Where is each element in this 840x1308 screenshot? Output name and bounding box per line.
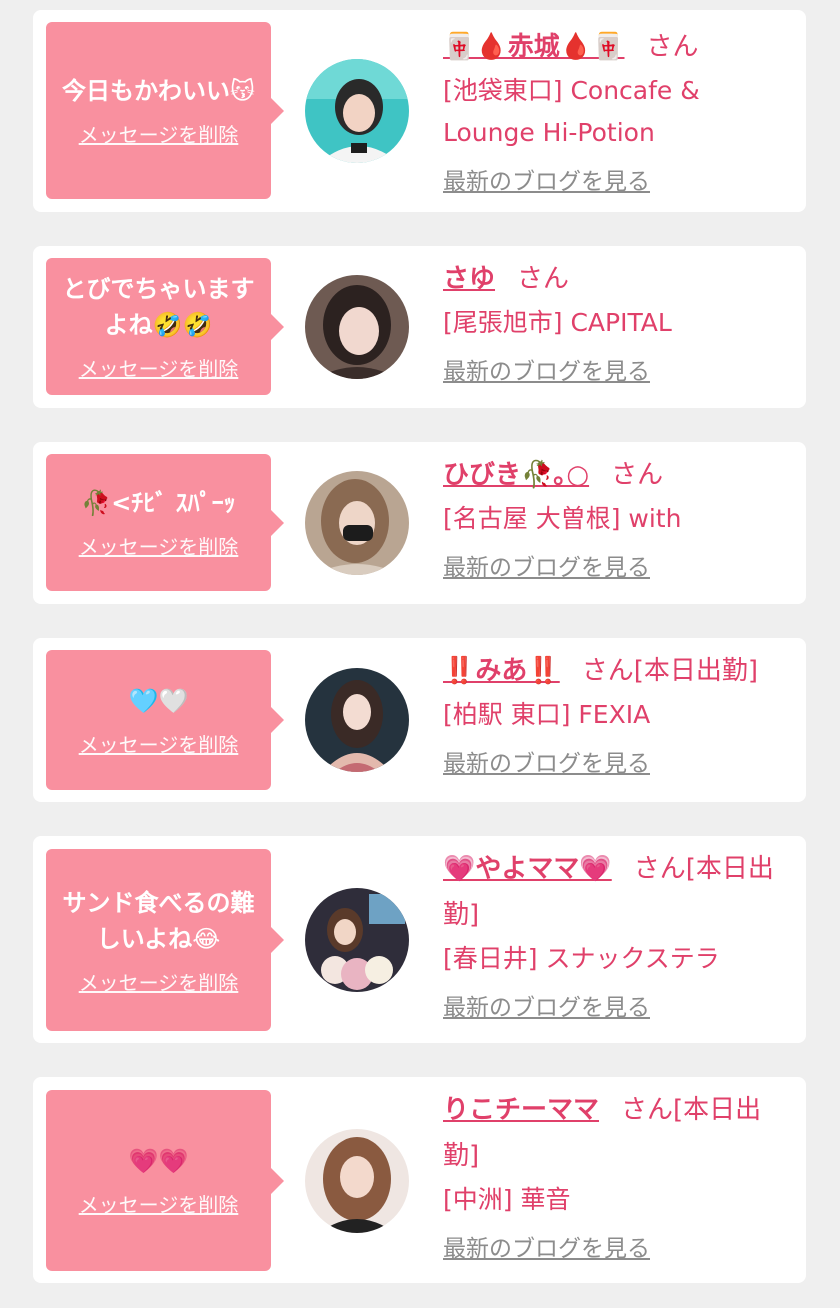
honorific: さん [581, 656, 634, 686]
avatar-photo [305, 668, 409, 772]
shop-name: [柏駅 東口] FEXIA [443, 700, 651, 729]
avatar-photo [305, 888, 409, 992]
avatar-photo [305, 275, 409, 379]
cast-info: 💗やよママ💗 さん[本日出勤] [春日井] スナックステラ 最新のブログを見る [443, 846, 793, 1022]
list-item: 🩵🤍 メッセージを削除 ‼️みあ‼️ さん[本日出勤] [柏駅 東口] FEXIA… [33, 638, 806, 802]
shop-name: [名古屋 大曽根] with [443, 504, 682, 533]
avatar-photo [305, 1129, 409, 1233]
latest-blog-link[interactable]: 最新のブログを見る [443, 988, 650, 1022]
shop-name: [尾張旭市] CAPITAL [443, 308, 672, 337]
cast-name-link[interactable]: 🀄️🩸赤城🩸🀄️ [443, 32, 625, 62]
avatar[interactable] [305, 471, 409, 575]
honorific: さん [621, 1095, 674, 1125]
cast-info: りこチーママ さん[本日出勤] [中洲] 華音 最新のブログを見る [443, 1087, 793, 1263]
delete-message-link[interactable]: メッセージを削除 [79, 729, 239, 758]
delete-message-link[interactable]: メッセージを削除 [79, 1189, 239, 1218]
delete-message-link[interactable]: メッセージを削除 [79, 967, 239, 996]
latest-blog-link[interactable]: 最新のブログを見る [443, 548, 650, 582]
message-bubble: とびでちゃいますよね🤣🤣 メッセージを削除 [46, 258, 284, 395]
message-text: 🩵🤍 [128, 686, 189, 715]
message-text: とびでちゃいますよね🤣🤣 [62, 275, 255, 339]
message-bubble: 🥀<ﾁﾋﾞ ｽﾊﾟｰｯ メッセージを削除 [46, 454, 284, 591]
cast-info: 🀄️🩸赤城🩸🀄️ さん [池袋東口] Concafe & Lounge Hi-Po… [443, 24, 793, 196]
honorific: さん [611, 460, 664, 490]
cast-name-link[interactable]: 💗やよママ💗 [443, 854, 612, 884]
avatar-photo [305, 59, 409, 163]
message-text: 💗💗 [128, 1147, 189, 1175]
cast-info: ひびき🥀｡○ さん [名古屋 大曽根] with 最新のブログを見る [443, 452, 793, 582]
cast-name-link[interactable]: りこチーママ [443, 1095, 599, 1125]
avatar[interactable] [305, 59, 409, 163]
delete-message-link[interactable]: メッセージを削除 [79, 353, 239, 382]
cast-info: ‼️みあ‼️ さん[本日出勤] [柏駅 東口] FEXIA 最新のブログを見る [443, 648, 793, 778]
work-status: [本日出勤] [633, 656, 759, 686]
cast-info: さゆ さん [尾張旭市] CAPITAL 最新のブログを見る [443, 256, 793, 386]
cast-name-link[interactable]: ‼️みあ‼️ [443, 656, 560, 686]
avatar[interactable] [305, 1129, 409, 1233]
shop-name: [中洲] 華音 [443, 1185, 571, 1214]
latest-blog-link[interactable]: 最新のブログを見る [443, 1229, 650, 1263]
list-item: 今日もかわいい😽 メッセージを削除 🀄️🩸赤城🩸🀄️ さん [池袋東口] Conc… [33, 10, 806, 212]
message-text: 今日もかわいい😽 [61, 77, 256, 105]
message-text: 🥀<ﾁﾋﾞ ｽﾊﾟｰｯ [81, 489, 236, 517]
message-bubble: 💗💗 メッセージを削除 [46, 1090, 284, 1271]
message-bubble: 🩵🤍 メッセージを削除 [46, 650, 284, 790]
shop-name: [池袋東口] Concafe & Lounge Hi-Potion [443, 76, 700, 147]
list-item: とびでちゃいますよね🤣🤣 メッセージを削除 さゆ さん [尾張旭市] CAPITA… [33, 246, 806, 408]
honorific: さん [633, 854, 686, 884]
latest-blog-link[interactable]: 最新のブログを見る [443, 352, 650, 386]
cast-name-link[interactable]: ひびき🥀｡○ [443, 460, 589, 490]
avatar[interactable] [305, 668, 409, 772]
message-bubble: サンド食べるの難しいよね😂 メッセージを削除 [46, 849, 284, 1031]
list-item: 💗💗 メッセージを削除 りこチーママ さん[本日出勤] [中洲] 華音 最新のブロ… [33, 1077, 806, 1283]
list-item: 🥀<ﾁﾋﾞ ｽﾊﾟｰｯ メッセージを削除 ひびき🥀｡○ さん [名古屋 大曽根] … [33, 442, 806, 604]
avatar[interactable] [305, 888, 409, 992]
honorific: さん [517, 264, 570, 294]
latest-blog-link[interactable]: 最新のブログを見る [443, 744, 650, 778]
shop-name: [春日井] スナックステラ [443, 944, 720, 973]
latest-blog-link[interactable]: 最新のブログを見る [443, 162, 650, 196]
delete-message-link[interactable]: メッセージを削除 [79, 531, 239, 560]
list-item: サンド食べるの難しいよね😂 メッセージを削除 💗やよママ💗 さん[本日出勤] [春… [33, 836, 806, 1043]
avatar[interactable] [305, 275, 409, 379]
message-text: サンド食べるの難しいよね😂 [62, 888, 255, 953]
message-bubble: 今日もかわいい😽 メッセージを削除 [46, 22, 284, 199]
message-list: 今日もかわいい😽 メッセージを削除 🀄️🩸赤城🩸🀄️ さん [池袋東口] Conc… [0, 0, 840, 1308]
avatar-photo [305, 471, 409, 575]
cast-name-link[interactable]: さゆ [443, 264, 495, 294]
delete-message-link[interactable]: メッセージを削除 [79, 119, 239, 148]
honorific: さん [646, 32, 699, 62]
